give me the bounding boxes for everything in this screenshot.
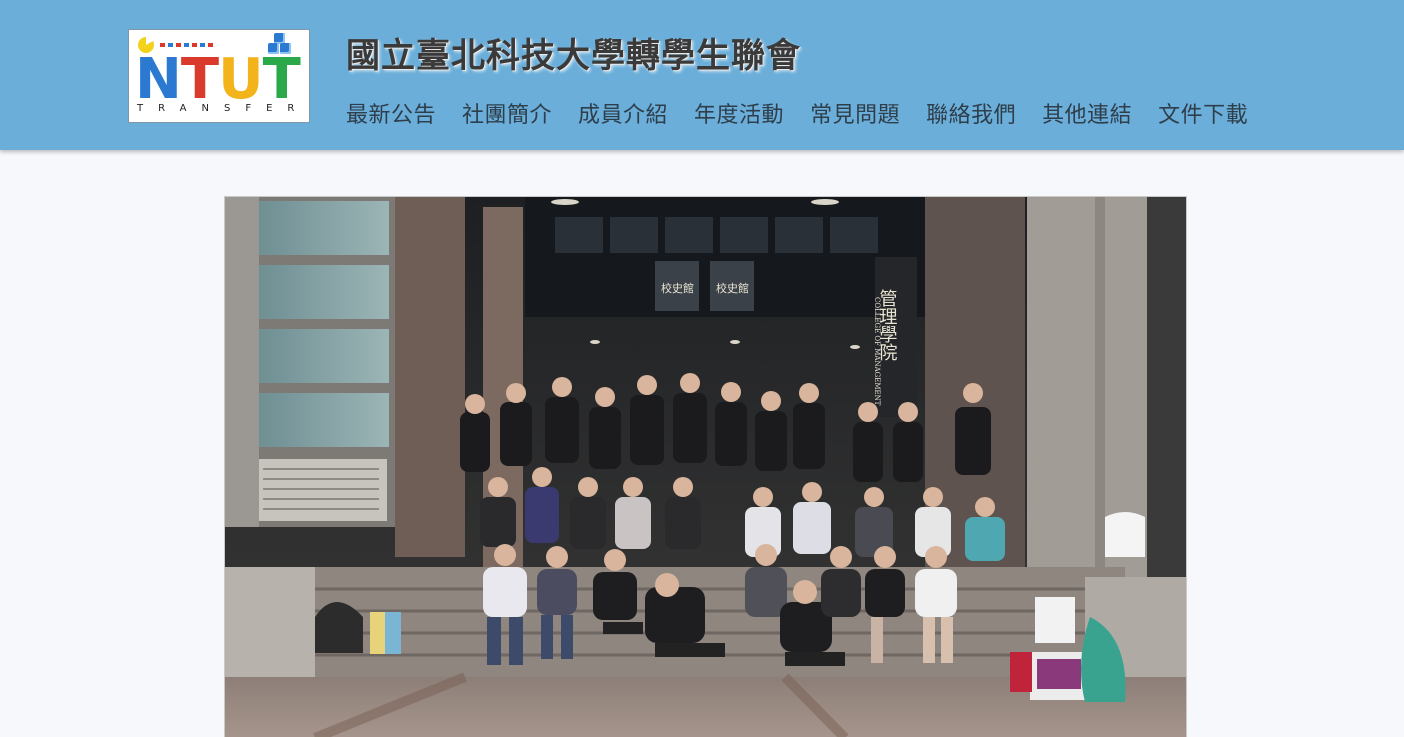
door-label-1: 校史館 <box>661 281 694 295</box>
site-logo[interactable]: NTUT TRANSFER <box>128 29 310 123</box>
logo-subtitle: TRANSFER <box>137 103 310 114</box>
college-sign-english: COLLEGE OF MANAGEMENT <box>873 297 881 406</box>
nav-item-members[interactable]: 成員介紹 <box>578 99 668 133</box>
hero-group-photo: 校史館 校史館 管理學院 COLLEGE OF MANAGEMENT <box>224 196 1187 737</box>
nav-item-downloads[interactable]: 文件下載 <box>1158 99 1248 133</box>
hero-photo-illustration: 校史館 校史館 管理學院 COLLEGE OF MANAGEMENT <box>225 197 1186 737</box>
nav-item-faq[interactable]: 常見問題 <box>810 99 900 133</box>
nav-item-club-intro[interactable]: 社團簡介 <box>462 99 552 133</box>
logo-wordmark: NTUT <box>135 52 301 108</box>
site-header: NTUT TRANSFER 國立臺北科技大學轉學生聯會 最新公告 社團簡介 成員… <box>0 0 1404 150</box>
nav-item-contact[interactable]: 聯絡我們 <box>926 99 1016 133</box>
page-title: 國立臺北科技大學轉學生聯會 <box>346 36 801 76</box>
nav-item-links[interactable]: 其他連結 <box>1042 99 1132 133</box>
main-nav: 最新公告 社團簡介 成員介紹 年度活動 常見問題 聯絡我們 其他連結 文件下載 <box>346 99 1248 133</box>
nav-item-annual-events[interactable]: 年度活動 <box>694 99 784 133</box>
nav-item-latest-news[interactable]: 最新公告 <box>346 99 436 133</box>
door-label-2: 校史館 <box>716 281 749 295</box>
